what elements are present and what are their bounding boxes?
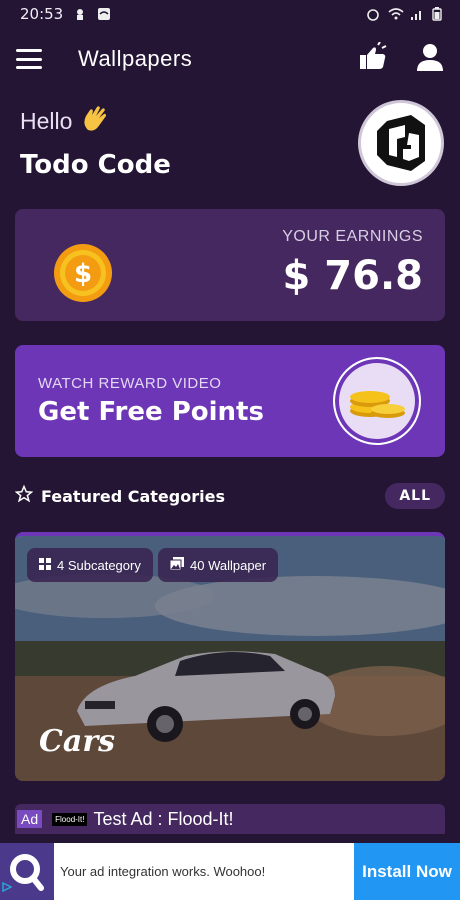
adchoices-icon[interactable] [2,877,13,896]
subcategory-chip: 4 Subcategory [27,548,153,582]
menu-icon[interactable] [16,49,42,69]
thumbs-up-icon[interactable] [358,41,388,76]
ad-logo: Flood-It! [52,812,88,826]
install-now-button[interactable]: Install Now [354,843,460,900]
featured-header: Featured Categories ALL [14,480,445,512]
grid-icon [39,557,51,573]
app-bar: Wallpapers [0,28,460,90]
all-button[interactable]: ALL [385,483,445,509]
ad-title: Test Ad : Flood-It! [93,808,234,829]
subcategory-label: 4 Subcategory [57,557,141,573]
banner-ad[interactable]: Your ad integration works. Woohoo! Insta… [0,843,460,900]
earnings-label: YOUR EARNINGS [282,228,423,245]
greeting: Hello Todo Code [20,104,171,180]
reward-coins-badge [333,357,421,445]
ad-badge: Ad [17,810,43,828]
wave-hand-icon [80,104,110,138]
featured-title: Featured Categories [41,486,225,506]
reward-video-card[interactable]: WATCH REWARD VIDEO Get Free Points [15,345,445,457]
earnings-amount: $ 76.8 [282,253,423,299]
wallpaper-chip: 40 Wallpaper [158,548,279,582]
profile-icon[interactable] [416,42,444,76]
user-name: Todo Code [20,150,171,180]
battery-icon [432,7,446,21]
greeting-hello: Hello [20,107,73,134]
notification-icon [73,7,87,21]
banner-logo [0,843,54,900]
wallpaper-label: 40 Wallpaper [190,557,267,573]
earnings-card[interactable]: $ YOUR EARNINGS $ 76.8 [15,209,445,321]
greeting-hello-row: Hello [20,104,171,138]
brand-logo-icon [377,115,425,171]
reward-subtitle: WATCH REWARD VIDEO [38,375,222,392]
star-icon [14,484,34,507]
alarm-icon [366,7,380,21]
gold-coins-icon [350,391,405,418]
wifi-icon [388,7,404,21]
category-name: Cars [39,724,116,759]
banner-text: Your ad integration works. Woohoo! [60,864,266,879]
svg-text:$: $ [74,259,92,289]
status-time: 20:53 [20,5,64,23]
search-app-icon [10,853,44,891]
wifi-settings-icon [97,7,111,21]
coin-icon: $ [53,243,113,307]
native-ad[interactable]: Ad Flood-It! Test Ad : Flood-It! [15,804,445,834]
reward-title: Get Free Points [38,397,264,427]
status-bar: 20:53 [0,0,460,28]
page-title: Wallpapers [78,46,193,71]
avatar[interactable] [358,100,444,186]
category-card-cars[interactable]: 4 Subcategory 40 Wallpaper Cars [15,532,445,781]
signal-icon [410,7,424,21]
gallery-icon [169,557,184,573]
